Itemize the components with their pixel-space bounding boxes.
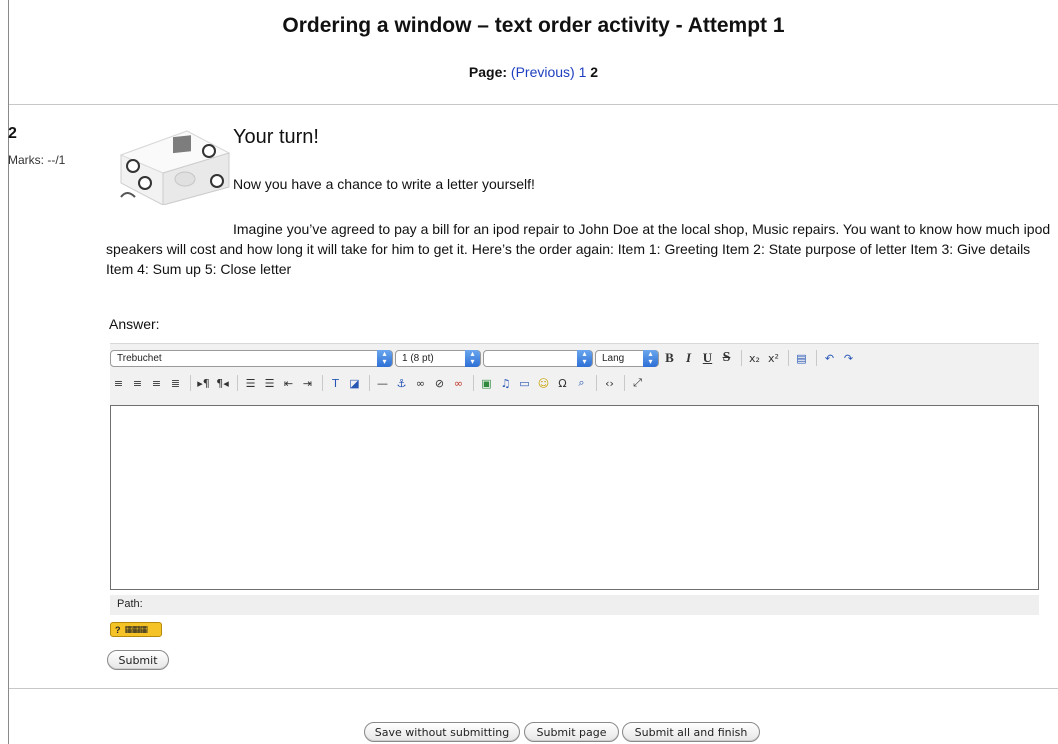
underline-icon[interactable]: U — [699, 350, 716, 367]
align-justify-icon[interactable]: ≣ — [167, 375, 184, 392]
save-without-submitting-button[interactable]: Save without submitting — [364, 722, 520, 742]
lang-select[interactable]: Lang ▴ ▾ — [595, 349, 659, 367]
superscript-icon[interactable]: x² — [765, 350, 782, 367]
smiley-icon[interactable]: ☺ — [535, 375, 552, 392]
heading-format-select[interactable]: ▴ ▾ — [483, 349, 593, 367]
fullscreen-icon[interactable]: ⤢ — [629, 375, 646, 392]
clean-word-icon[interactable]: ▤ — [793, 350, 810, 367]
pager-previous-link[interactable]: (Previous) — [511, 64, 575, 80]
horizontal-rule-icon[interactable]: — — [374, 375, 391, 392]
select-arrow-icon: ▴ ▾ — [465, 349, 480, 367]
pager-page-1-link[interactable]: 1 — [579, 64, 587, 80]
insert-media-icon[interactable]: ♫ — [497, 375, 514, 392]
editor-toolbar: Trebuchet ▴ ▾ 1 (8 pt) ▴ ▾ ▴ ▾ Lang ▴ ▾ B I … — [110, 343, 1039, 405]
link-icon[interactable]: ∞ — [412, 375, 429, 392]
font-size-value: 1 (8 pt) — [402, 352, 434, 364]
submit-page-button[interactable]: Submit page — [524, 722, 619, 742]
editor-path-bar: Path: — [110, 595, 1039, 615]
insert-table-icon[interactable]: ▭ — [516, 375, 533, 392]
rtl-icon[interactable]: ¶◂ — [214, 375, 231, 392]
help-keyboard-icon[interactable]: ? ▦▦▦ — [110, 622, 162, 637]
align-center-icon[interactable]: ≡ — [129, 375, 146, 392]
divider-bottom — [9, 688, 1058, 689]
strikethrough-icon[interactable]: S — [718, 350, 735, 367]
html-source-icon[interactable]: ‹› — [601, 375, 618, 392]
question-number: 2 — [8, 125, 17, 142]
page-title: Ordering a window – text order activity … — [282, 14, 785, 37]
path-label: Path: — [117, 598, 143, 610]
subscript-icon[interactable]: x₂ — [746, 350, 763, 367]
quiz-frame: Ordering a window – text order activity … — [8, 0, 1058, 744]
lang-value: Lang — [602, 352, 625, 364]
question-body: Imagine you’ve agreed to pay a bill for … — [106, 221, 1051, 277]
toolbar-separator — [322, 375, 323, 391]
search-replace-icon[interactable]: ⌕ — [573, 375, 590, 392]
indent-icon[interactable]: ⇥ — [299, 375, 316, 392]
font-size-select[interactable]: 1 (8 pt) ▴ ▾ — [395, 349, 481, 367]
select-arrow-icon: ▴ ▾ — [377, 349, 392, 367]
align-left-icon[interactable]: ≡ — [110, 375, 127, 392]
pager-current-page: 2 — [590, 64, 599, 80]
editor-toolbar-row-2: ≡ ≡ ≡ ≣ ▸¶ ¶◂ ☰ ☰ ⇤ ⇥ T ◪ — ⚓ ∞ ⊘ ∞ ▣ ♫ … — [110, 373, 648, 393]
submit-all-finish-button[interactable]: Submit all and finish — [622, 722, 760, 742]
unordered-list-icon[interactable]: ☰ — [261, 375, 278, 392]
question-heading: Your turn! — [233, 126, 319, 148]
page-navigation: Page: (Previous) 1 2 — [9, 64, 1058, 80]
pager-label: Page: — [468, 64, 508, 80]
question-intro: Now you have a chance to write a letter … — [233, 176, 535, 192]
insert-image-icon[interactable]: ▣ — [478, 375, 495, 392]
ipod-speaker-image — [119, 130, 231, 205]
outdent-icon[interactable]: ⇤ — [280, 375, 297, 392]
bold-icon[interactable]: B — [661, 350, 678, 367]
align-right-icon[interactable]: ≡ — [148, 375, 165, 392]
anchor-icon[interactable]: ⚓ — [393, 375, 410, 392]
toolbar-separator — [596, 375, 597, 391]
unlink-icon[interactable]: ⊘ — [431, 375, 448, 392]
question-marks: Marks: --/1 — [8, 153, 66, 167]
nolink-icon[interactable]: ∞ — [450, 375, 467, 392]
toolbar-separator — [624, 375, 625, 391]
font-family-value: Trebuchet — [117, 352, 162, 364]
toolbar-separator — [816, 350, 817, 366]
ltr-icon[interactable]: ▸¶ — [195, 375, 212, 392]
text-color-icon[interactable]: T — [327, 375, 344, 392]
ordered-list-icon[interactable]: ☰ — [242, 375, 259, 392]
font-family-select[interactable]: Trebuchet ▴ ▾ — [110, 349, 393, 367]
special-char-icon[interactable]: Ω — [554, 375, 571, 392]
toolbar-separator — [369, 375, 370, 391]
answer-editor-area[interactable] — [110, 405, 1039, 590]
answer-label: Answer: — [109, 316, 160, 332]
select-arrow-icon: ▴ ▾ — [577, 349, 592, 367]
undo-icon[interactable]: ↶ — [821, 350, 838, 367]
background-color-icon[interactable]: ◪ — [346, 375, 363, 392]
select-arrow-icon: ▴ ▾ — [643, 349, 658, 367]
submit-button[interactable]: Submit — [107, 650, 169, 670]
toolbar-separator — [788, 350, 789, 366]
redo-icon[interactable]: ↷ — [840, 350, 857, 367]
toolbar-separator — [190, 375, 191, 391]
divider-top — [9, 104, 1058, 105]
toolbar-separator — [473, 375, 474, 391]
editor-toolbar-row-1: Trebuchet ▴ ▾ 1 (8 pt) ▴ ▾ ▴ ▾ Lang ▴ ▾ B I … — [110, 348, 859, 368]
italic-icon[interactable]: I — [680, 350, 697, 367]
toolbar-separator — [741, 350, 742, 366]
toolbar-separator — [237, 375, 238, 391]
